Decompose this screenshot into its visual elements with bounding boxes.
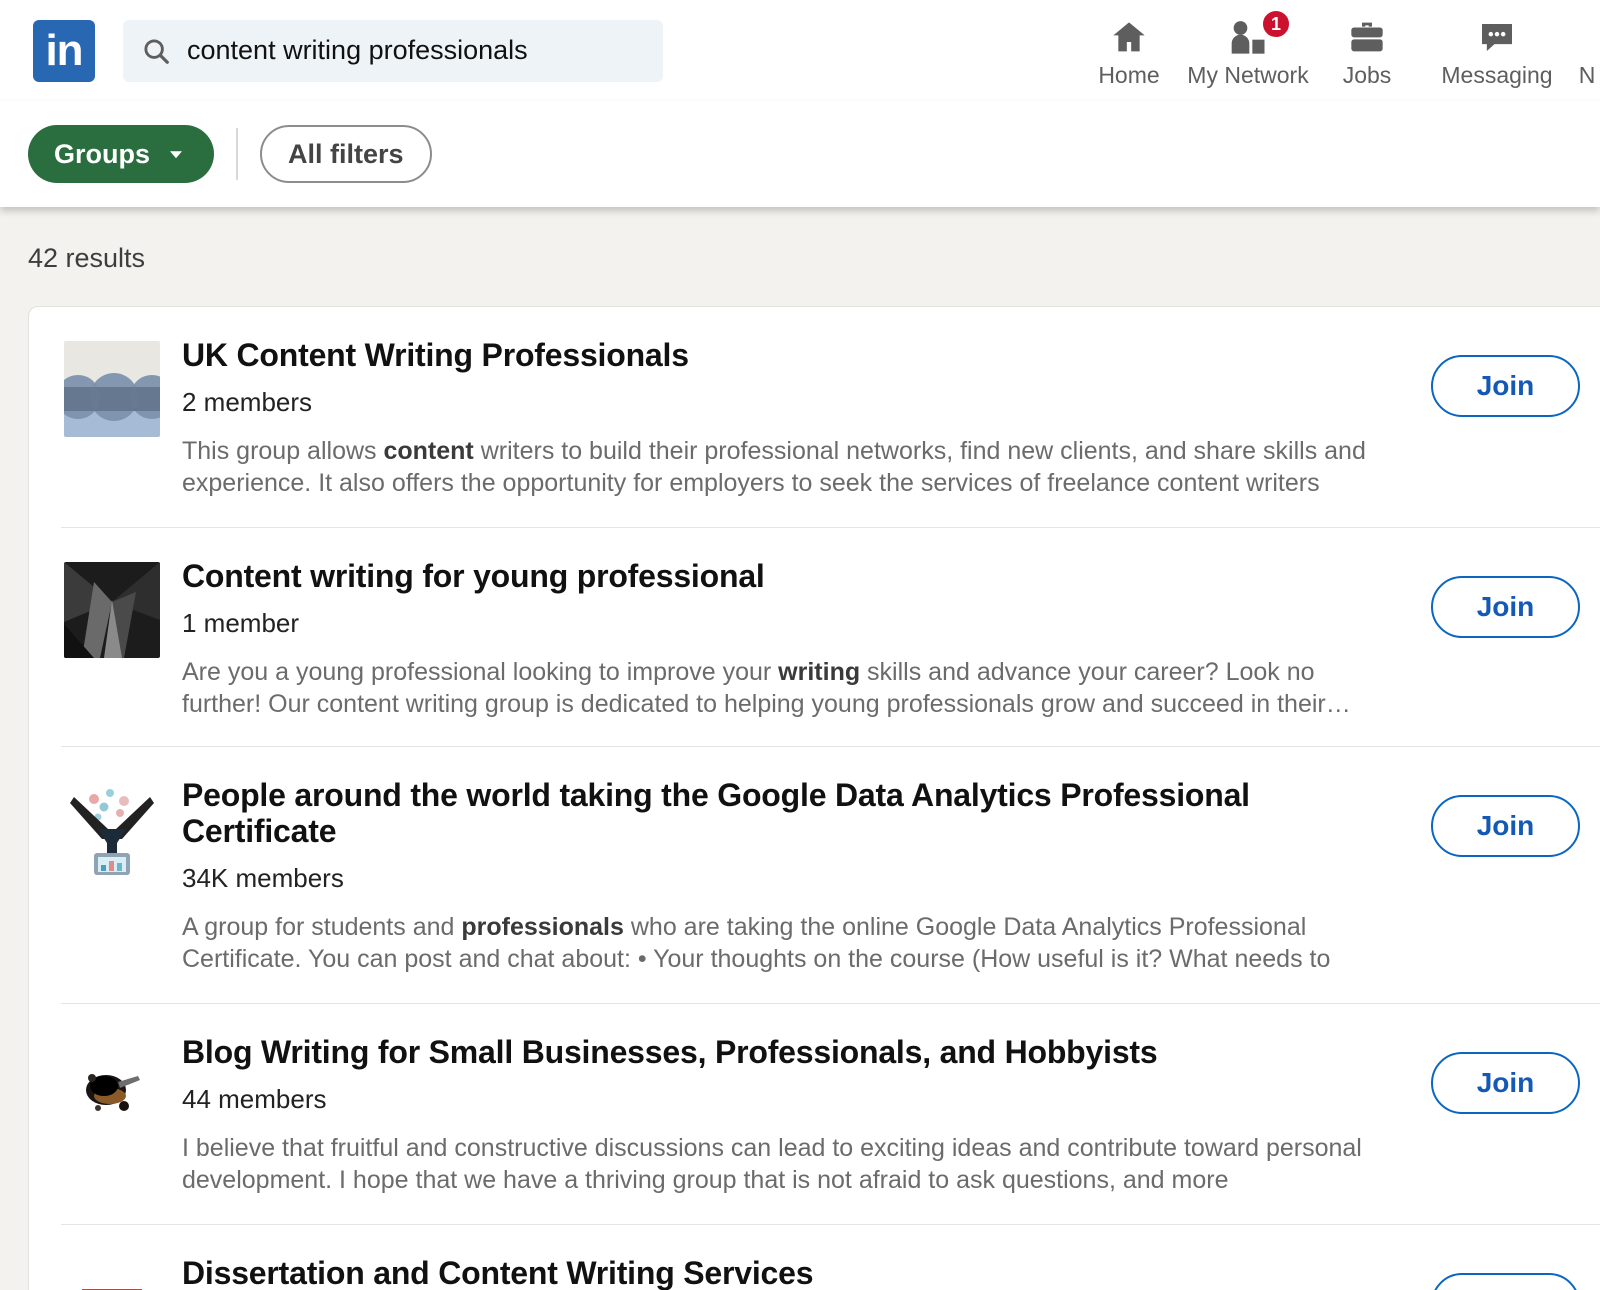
join-button[interactable]: Join bbox=[1430, 1052, 1581, 1115]
my-network-icon: 1 bbox=[1225, 9, 1291, 60]
red-card-thumbnail bbox=[64, 1258, 160, 1290]
my-network-badge: 1 bbox=[1261, 9, 1291, 39]
nav-label-notifications: N bbox=[1578, 62, 1596, 88]
nav-label-messaging: Messaging bbox=[1441, 62, 1553, 88]
group-member-count: 44 members bbox=[182, 1083, 327, 1114]
search-input[interactable] bbox=[187, 35, 627, 66]
group-result-row[interactable]: UK Content Writing Professionals 2 membe… bbox=[61, 307, 1600, 528]
group-info: Content writing for young professional 1… bbox=[182, 558, 1398, 720]
abstract-circles-thumbnail bbox=[64, 341, 160, 437]
filter-bar: Groups All filters bbox=[0, 101, 1600, 207]
messaging-icon bbox=[1475, 14, 1519, 60]
join-button[interactable]: Join bbox=[1430, 1272, 1581, 1290]
linkedin-logo[interactable]: in bbox=[33, 19, 95, 82]
nav-item-notifications[interactable]: N bbox=[1574, 14, 1600, 89]
group-title[interactable]: People around the world taking the Googl… bbox=[182, 777, 1368, 851]
primary-nav: Home 1 My Network Jobs Messaging N bbox=[1076, 0, 1600, 101]
home-icon bbox=[1108, 14, 1150, 60]
group-title[interactable]: Dissertation and Content Writing Service… bbox=[182, 1255, 1368, 1290]
join-container: Join bbox=[1398, 777, 1600, 857]
group-description: Are you a young professional looking to … bbox=[182, 657, 1351, 718]
all-filters-button[interactable]: All filters bbox=[260, 125, 432, 183]
group-info: People around the world taking the Googl… bbox=[182, 777, 1398, 978]
search-icon bbox=[144, 38, 169, 64]
nav-item-home[interactable]: Home bbox=[1076, 14, 1182, 89]
join-container: Join bbox=[1398, 558, 1600, 638]
groups-filter-label: Groups bbox=[54, 138, 151, 169]
group-member-count: 1 member bbox=[182, 607, 300, 638]
chevron-down-icon bbox=[170, 151, 183, 159]
group-result-row[interactable]: People around the world taking the Googl… bbox=[61, 747, 1600, 1005]
search-bar[interactable] bbox=[123, 19, 663, 82]
linkedin-logo-text: in bbox=[45, 25, 83, 75]
join-container: Join bbox=[1398, 337, 1600, 417]
group-title[interactable]: Content writing for young professional bbox=[182, 558, 1368, 595]
dark-geometric-thumbnail bbox=[64, 561, 160, 658]
group-info: Blog Writing for Small Businesses, Profe… bbox=[182, 1034, 1398, 1198]
nav-item-messaging[interactable]: Messaging bbox=[1420, 14, 1574, 89]
data-funnel-thumbnail bbox=[64, 780, 160, 877]
group-result-row[interactable]: Content writing for young professional 1… bbox=[61, 528, 1600, 747]
group-result-row[interactable]: Blog Writing for Small Businesses, Profe… bbox=[61, 1004, 1600, 1225]
nav-label-my-network: My Network bbox=[1187, 62, 1309, 88]
join-button[interactable]: Join bbox=[1430, 794, 1581, 857]
dark-object-thumbnail bbox=[64, 1038, 160, 1135]
group-description: A group for students and professionals w… bbox=[182, 913, 1331, 974]
nav-label-home: Home bbox=[1098, 62, 1160, 88]
nav-label-jobs: Jobs bbox=[1342, 62, 1392, 88]
briefcase-icon bbox=[1346, 14, 1388, 60]
group-title[interactable]: UK Content Writing Professionals bbox=[182, 337, 1368, 374]
group-description: I believe that fruitful and constructive… bbox=[182, 1133, 1362, 1194]
filter-divider bbox=[236, 128, 239, 180]
group-info: Dissertation and Content Writing Service… bbox=[182, 1255, 1398, 1290]
groups-filter-button[interactable]: Groups bbox=[28, 125, 215, 183]
top-header: in Home 1 My bbox=[0, 0, 1600, 101]
results-area: 42 results UK Content Writing Profession… bbox=[0, 207, 1600, 1290]
nav-item-my-network[interactable]: 1 My Network bbox=[1182, 9, 1314, 89]
join-button[interactable]: Join bbox=[1430, 355, 1581, 417]
results-count: 42 results bbox=[28, 243, 146, 273]
group-description: This group allows content writers to bui… bbox=[182, 436, 1366, 497]
join-container: Join bbox=[1398, 1034, 1600, 1115]
group-result-row[interactable]: Dissertation and Content Writing Service… bbox=[61, 1225, 1600, 1290]
group-member-count: 2 members bbox=[182, 386, 313, 417]
group-member-count: 34K members bbox=[182, 863, 344, 894]
group-title[interactable]: Blog Writing for Small Businesses, Profe… bbox=[182, 1034, 1368, 1071]
group-info: UK Content Writing Professionals 2 membe… bbox=[182, 337, 1398, 501]
join-button[interactable]: Join bbox=[1430, 575, 1581, 638]
results-card: UK Content Writing Professionals 2 membe… bbox=[28, 306, 1600, 1290]
join-container: Join bbox=[1398, 1255, 1600, 1290]
nav-item-jobs[interactable]: Jobs bbox=[1314, 14, 1420, 89]
all-filters-label: All filters bbox=[288, 138, 404, 169]
